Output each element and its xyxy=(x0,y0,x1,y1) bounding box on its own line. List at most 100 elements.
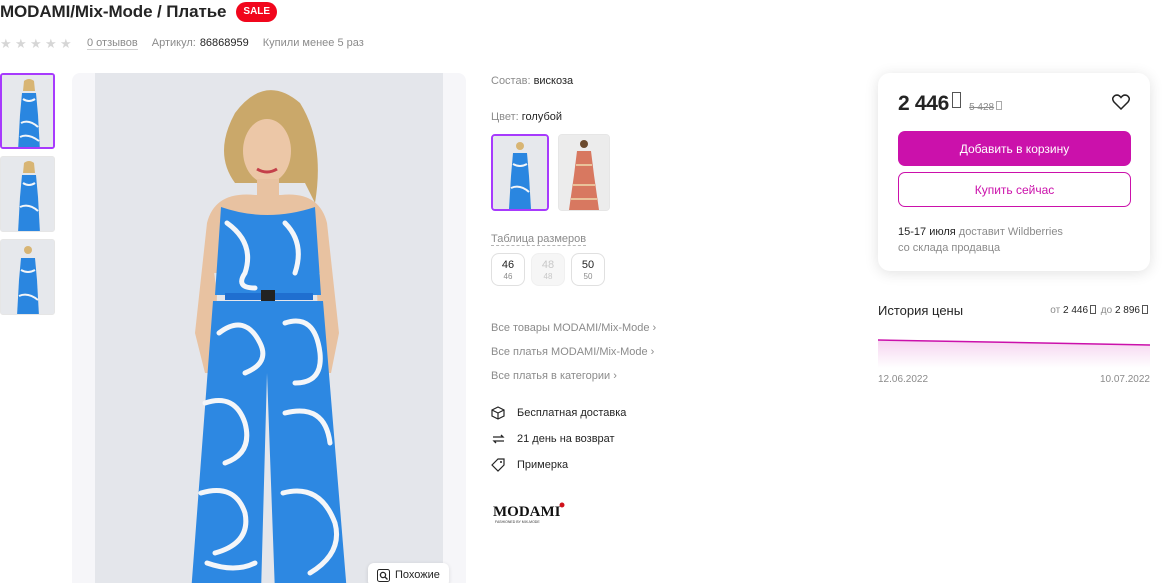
old-price-value: 5 428 xyxy=(969,102,995,113)
feature-label: Примерка xyxy=(517,459,569,471)
composition-value: вискоза xyxy=(533,75,574,87)
date-end: 10.07.2022 xyxy=(1099,374,1150,385)
return-arrows-icon xyxy=(491,432,517,446)
old-price: 5 428 xyxy=(969,101,1003,113)
price-card: 2 446 5 428 Добавить в корзину Купить се… xyxy=(878,73,1150,271)
color-value: голубой xyxy=(521,111,563,123)
star-icon: ★ xyxy=(30,35,42,51)
thumbnail-3[interactable] xyxy=(0,239,55,315)
link-all-brand-items[interactable]: Все товары MODAMI/Mix-Mode › xyxy=(491,316,851,340)
heart-icon[interactable] xyxy=(1111,93,1131,115)
price-history-header: История цены от 2 446 до 2 896 xyxy=(878,300,1150,320)
article-value[interactable]: 86868959 xyxy=(200,37,249,49)
thumbnail-1[interactable] xyxy=(0,73,55,149)
ruble-currency-icon xyxy=(952,92,962,108)
range-to-label: до xyxy=(1098,305,1115,316)
sale-badge: SALE xyxy=(236,2,278,22)
brand-logo[interactable]: MODAMI FASHIONED BY MIX-MODE xyxy=(491,500,571,526)
blue-dress-swatch-image xyxy=(493,136,547,209)
link-label: Все платья в категории xyxy=(491,370,611,382)
range-from-label: от xyxy=(1050,305,1063,316)
link-all-brand-dresses[interactable]: Все платья MODAMI/Mix-Mode › xyxy=(491,340,851,364)
color-label: Цвет: xyxy=(491,111,519,123)
price-history-dates: 12.06.2022 10.07.2022 xyxy=(878,374,1150,385)
price-history: История цены от 2 446 до 2 896 12.06.202… xyxy=(878,300,1150,385)
composition-label: Состав: xyxy=(491,75,531,87)
thumbnail-list xyxy=(0,73,56,322)
size-option-50[interactable]: 50 50 xyxy=(571,253,605,286)
feature-fitting: Примерка xyxy=(491,452,851,478)
similar-label: Похожие xyxy=(395,569,440,581)
article-label: Артикул: xyxy=(151,37,196,49)
link-category-dresses[interactable]: Все платья в категории › xyxy=(491,364,851,388)
delivery-from: со склада продавца xyxy=(898,242,1001,254)
range-from-value: 2 446 xyxy=(1062,305,1089,316)
chevron-right-icon: › xyxy=(650,346,655,358)
delivery-info: 15-17 июля доставит Wildberries со склад… xyxy=(898,224,1063,256)
similar-button[interactable]: Похожие xyxy=(368,563,449,583)
star-icon: ★ xyxy=(0,35,12,51)
box-icon xyxy=(491,406,517,420)
color-line: Цвет: голубой xyxy=(491,110,851,124)
chevron-right-icon: › xyxy=(652,322,657,334)
current-price: 2 446 xyxy=(898,92,950,115)
delivery-carrier: доставит Wildberries xyxy=(955,226,1063,238)
product-header: MODAMI/Mix-Mode / Платье SALE xyxy=(0,0,278,24)
related-links: Все товары MODAMI/Mix-Mode › Все платья M… xyxy=(491,316,851,388)
dress-photo-thumb xyxy=(1,157,54,231)
size-option-48: 48 48 xyxy=(531,253,565,286)
ruble-currency-icon xyxy=(996,101,1003,110)
ruble-currency-icon xyxy=(1090,305,1097,314)
range-to-value: 2 896 xyxy=(1114,305,1140,316)
size-ru: 48 xyxy=(543,272,553,281)
product-title: MODAMI/Mix-Mode / Платье xyxy=(0,2,227,21)
dress-model-image xyxy=(95,73,443,583)
main-photo-container: Похожие xyxy=(72,73,466,583)
add-to-cart-button[interactable]: Добавить в корзину xyxy=(898,131,1131,166)
price-row: 2 446 5 428 xyxy=(898,89,1131,119)
size-ru: 50 xyxy=(583,272,593,281)
price-history-range: от 2 446 до 2 896 xyxy=(1050,304,1150,316)
color-swatch-blue[interactable] xyxy=(491,134,549,211)
link-label: Все платья MODAMI/Mix-Mode xyxy=(491,346,648,358)
modami-logo: MODAMI FASHIONED BY MIX-MODE xyxy=(493,502,565,524)
star-icon: ★ xyxy=(15,35,27,51)
buy-now-button[interactable]: Купить сейчас xyxy=(898,172,1131,207)
reviews-link[interactable]: 0 отзывов xyxy=(87,37,138,50)
rating-stars: ★ ★ ★ ★ ★ xyxy=(0,37,73,50)
purchase-count: Купили менее 5 раз xyxy=(262,37,364,49)
ruble-currency-icon xyxy=(1142,305,1148,314)
dress-photo-thumb xyxy=(2,75,53,147)
link-label: Все товары MODAMI/Mix-Mode xyxy=(491,322,650,334)
composition-line: Состав: вискоза xyxy=(491,74,851,88)
chevron-right-icon: › xyxy=(613,370,617,382)
thumbnail-2[interactable] xyxy=(0,156,55,232)
svg-text:FASHIONED BY MIX-MODE: FASHIONED BY MIX-MODE xyxy=(495,520,540,524)
article-number: Артикул: 86868959 xyxy=(152,37,249,49)
color-options xyxy=(491,134,851,211)
dress-photo-thumb xyxy=(1,240,54,314)
size-number: 46 xyxy=(501,259,515,271)
size-ru: 46 xyxy=(503,272,513,281)
main-product-photo[interactable] xyxy=(95,73,443,583)
tag-icon xyxy=(491,458,517,472)
feature-label: 21 день на возврат xyxy=(517,433,615,445)
color-swatch-pink[interactable] xyxy=(558,134,610,211)
size-number: 50 xyxy=(581,259,595,271)
price-history-chart[interactable] xyxy=(878,334,1150,368)
similar-search-icon xyxy=(377,568,390,582)
price-history-title: История цены xyxy=(878,302,964,318)
pink-dress-swatch-image xyxy=(559,135,609,210)
feature-free-delivery: Бесплатная доставка xyxy=(491,400,851,426)
star-icon: ★ xyxy=(60,35,72,51)
size-table-link[interactable]: Таблица размеров xyxy=(491,233,587,246)
product-meta: ★ ★ ★ ★ ★ 0 отзывов Артикул: 86868959 Куп… xyxy=(0,34,364,52)
date-start: 12.06.2022 xyxy=(878,374,929,385)
size-option-46[interactable]: 46 46 xyxy=(491,253,525,286)
feature-return: 21 день на возврат xyxy=(491,426,851,452)
feature-label: Бесплатная доставка xyxy=(517,407,627,419)
size-options: 46 46 48 48 50 50 xyxy=(491,253,851,286)
product-details: Состав: вискоза Цвет: голубой Таблица ра… xyxy=(491,74,851,526)
service-features: Бесплатная доставка 21 день на возврат П… xyxy=(491,400,851,478)
delivery-dates: 15-17 июля xyxy=(898,226,956,238)
